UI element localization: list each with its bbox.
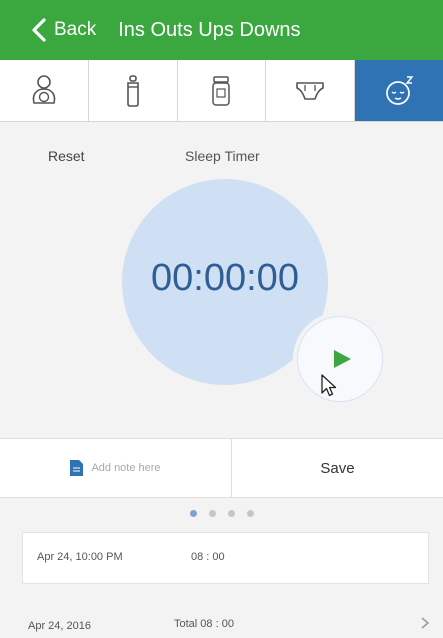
action-bar: Add note here Save xyxy=(0,438,443,498)
page-dot-1[interactable] xyxy=(189,509,197,517)
back-label: Back xyxy=(54,19,97,40)
summary-date: Apr 24, 2016 xyxy=(28,620,91,632)
document-icon xyxy=(70,460,84,476)
play-icon xyxy=(334,350,351,368)
top-bar: Back Ins Outs Ups Downs xyxy=(0,0,443,60)
page-title: Ins Outs Ups Downs xyxy=(118,18,301,41)
entry-duration: 08 : 00 xyxy=(191,551,225,563)
tab-baby[interactable] xyxy=(0,60,89,121)
reset-button[interactable]: Reset xyxy=(48,148,85,164)
chevron-right-icon xyxy=(421,617,430,629)
timer-panel: Reset Sleep Timer 00:00:00 xyxy=(0,122,443,438)
back-button[interactable]: Back xyxy=(0,17,96,43)
history-list: Apr 24, 10:00 PM 08 : 00 Apr 24, 2016 To… xyxy=(0,528,443,638)
chevron-left-icon xyxy=(32,18,46,42)
diaper-icon xyxy=(296,81,325,100)
day-summary-row[interactable]: Apr 24, 2016 Total 08 : 00 xyxy=(0,612,443,638)
category-tabs xyxy=(0,60,443,122)
play-button[interactable] xyxy=(293,312,387,406)
timer-title: Sleep Timer xyxy=(185,148,260,164)
timer-display: 00:00:00 xyxy=(151,257,299,299)
tab-diaper[interactable] xyxy=(266,60,356,121)
page-indicator xyxy=(0,498,443,528)
tab-bottle[interactable] xyxy=(89,60,178,121)
tab-sleep[interactable] xyxy=(355,60,443,121)
entry-date: Apr 24, 10:00 PM xyxy=(37,551,123,563)
page-dot-3[interactable] xyxy=(227,509,235,517)
jar-icon xyxy=(212,75,231,106)
mouse-cursor-icon xyxy=(321,374,337,397)
note-placeholder: Add note here xyxy=(91,462,161,474)
tab-jar[interactable] xyxy=(178,60,267,121)
note-input[interactable]: Add note here xyxy=(0,439,232,497)
list-item[interactable]: Apr 24, 10:00 PM 08 : 00 xyxy=(22,532,429,584)
bottle-icon xyxy=(126,74,139,107)
play-button-inner xyxy=(298,317,382,401)
baby-icon xyxy=(32,74,56,104)
sleeping-baby-icon xyxy=(386,75,414,105)
page-dot-2[interactable] xyxy=(208,509,216,517)
summary-total: Total 08 : 00 xyxy=(174,618,234,630)
page-dot-4[interactable] xyxy=(246,509,254,517)
save-button[interactable]: Save xyxy=(232,439,443,497)
